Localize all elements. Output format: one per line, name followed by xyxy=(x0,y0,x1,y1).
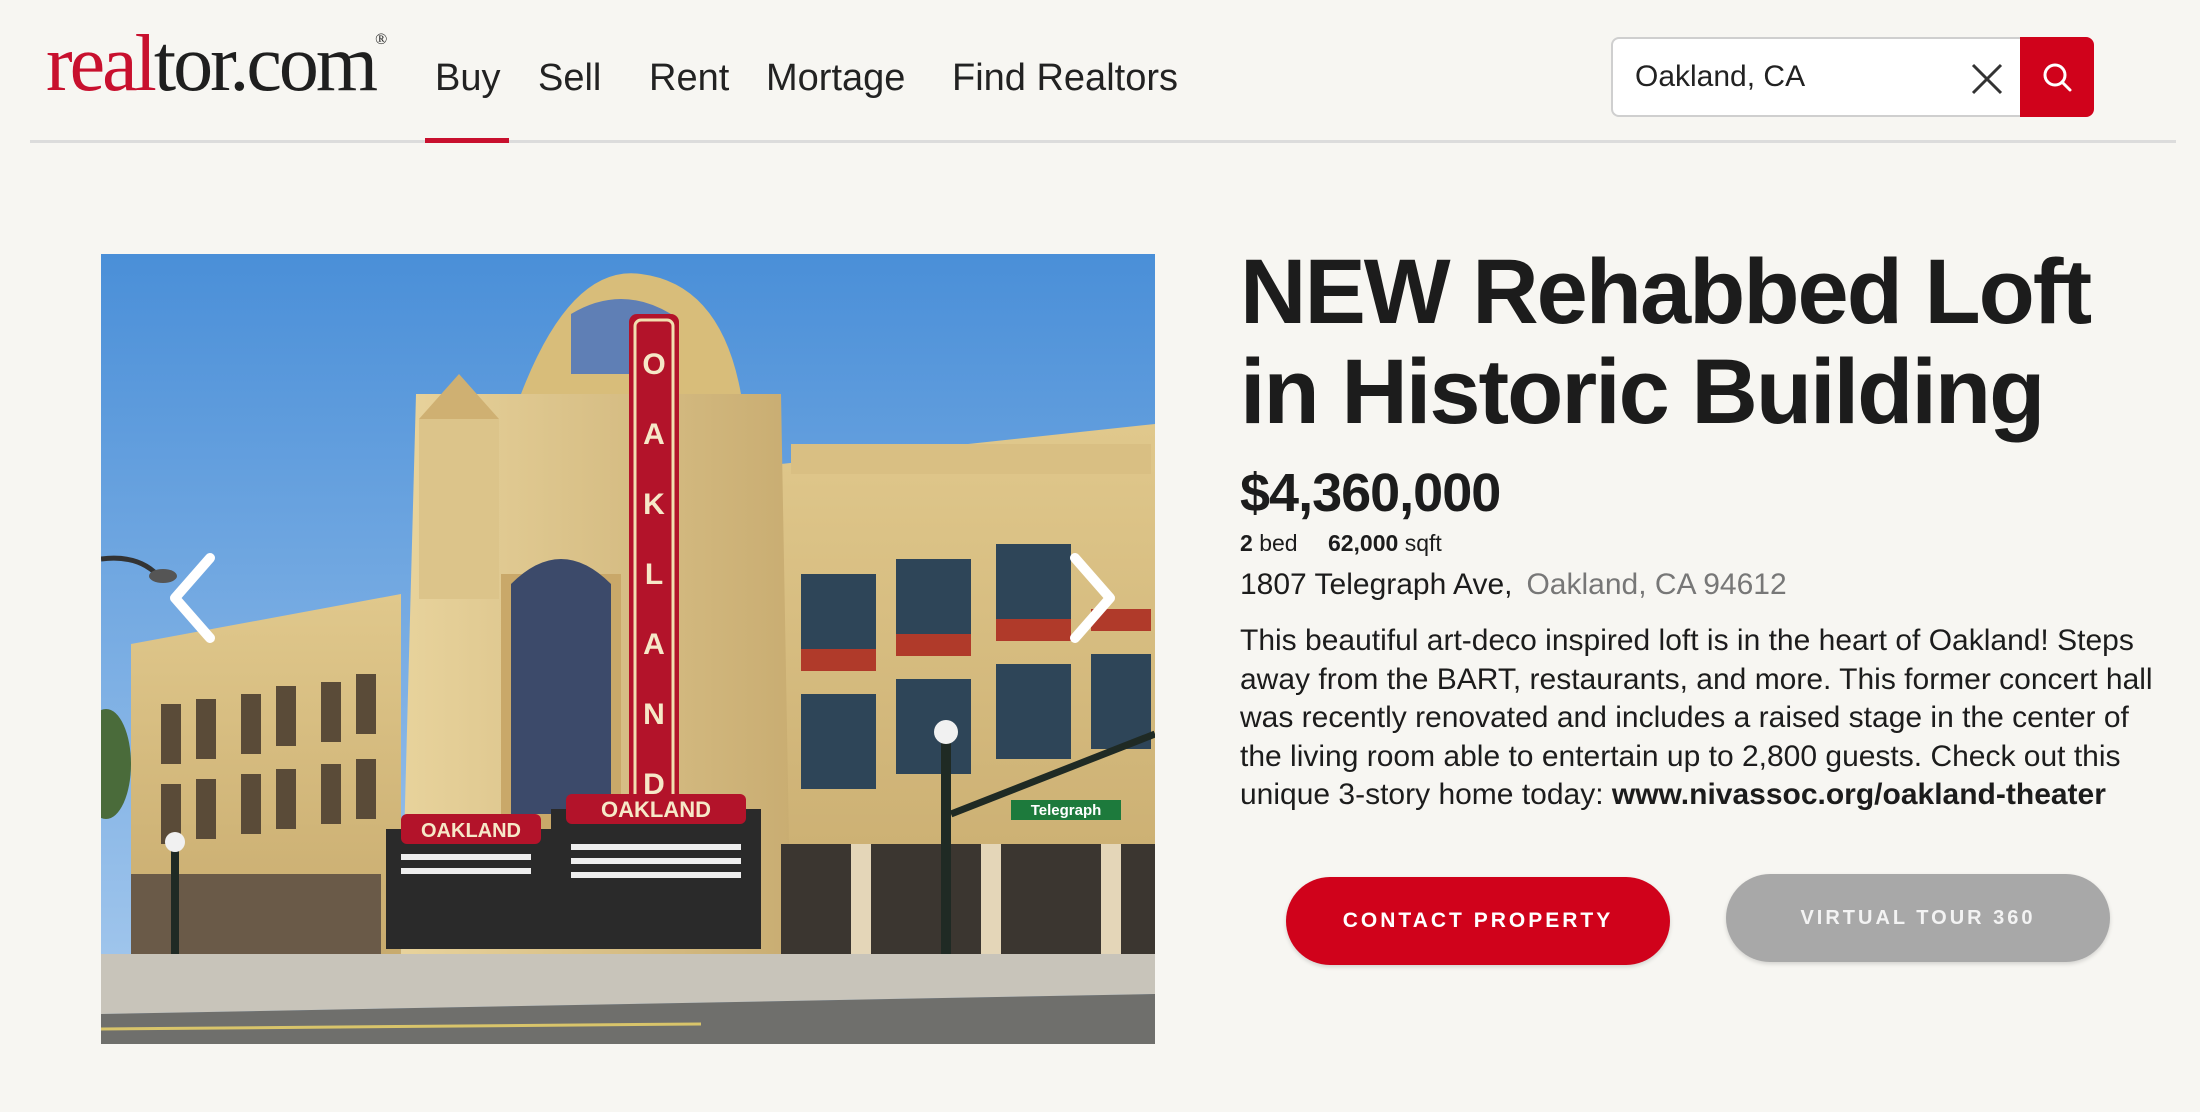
virtual-tour-button[interactable]: VIRTUAL TOUR 360 xyxy=(1726,874,2110,962)
listing-photo: O A K L A N D OAKLAND OAKLAND Telegraph xyxy=(101,254,1155,1044)
nav-rent[interactable]: Rent xyxy=(649,57,729,100)
nav-sell[interactable]: Sell xyxy=(538,57,601,100)
nav-active-indicator xyxy=(425,138,509,143)
chevron-right-icon[interactable] xyxy=(1055,548,1125,648)
street-sign-text: Telegraph xyxy=(1031,802,1102,819)
beds-unit: bed xyxy=(1259,530,1298,556)
beds-value: 2 xyxy=(1240,530,1253,556)
chevron-left-icon[interactable] xyxy=(160,548,230,648)
search-button[interactable] xyxy=(2020,37,2094,117)
listing-specs: 2 bed 62,000 sqft xyxy=(1240,530,1442,557)
logo-text-real: real xyxy=(46,20,157,108)
svg-text:A: A xyxy=(643,418,665,451)
contact-property-button[interactable]: CONTACT PROPERTY xyxy=(1286,877,1670,965)
svg-text:A: A xyxy=(643,628,665,661)
property-website-link[interactable]: www.nivassoc.org/oakland-theater xyxy=(1612,778,2106,811)
address-city: Oakland, CA 94612 xyxy=(1526,568,1787,601)
logo-text-tor: tor.com xyxy=(153,20,378,108)
listing-price: $4,360,000 xyxy=(1240,463,1501,523)
svg-text:O: O xyxy=(642,348,665,381)
listing-title: NEW Rehabbed Loft in Historic Building xyxy=(1240,241,2092,443)
logo-registered-mark: ® xyxy=(375,31,388,48)
marquee-right-text: OAKLAND xyxy=(601,797,711,822)
area-unit: sqft xyxy=(1404,530,1442,556)
building-photo-image: O A K L A N D OAKLAND OAKLAND Telegraph xyxy=(101,254,1155,1044)
marquee-left-text: OAKLAND xyxy=(421,820,521,842)
svg-text:K: K xyxy=(643,488,665,521)
close-icon[interactable] xyxy=(1969,61,2005,97)
svg-text:N: N xyxy=(643,698,665,731)
nav-buy[interactable]: Buy xyxy=(435,57,500,100)
header-divider xyxy=(30,140,2176,143)
search-icon xyxy=(2043,63,2072,92)
search-box xyxy=(1611,37,2021,117)
address-street: 1807 Telegraph Ave, xyxy=(1240,568,1513,601)
search-input[interactable] xyxy=(1635,57,1935,97)
realtor-logo[interactable]: realtor.com® xyxy=(46,24,387,104)
svg-text:L: L xyxy=(645,558,663,591)
listing-address: 1807 Telegraph Ave, Oakland, CA 94612 xyxy=(1240,568,1787,602)
nav-find-realtors[interactable]: Find Realtors xyxy=(952,57,1178,100)
nav-mortage[interactable]: Mortage xyxy=(766,57,905,100)
area-value: 62,000 xyxy=(1327,530,1399,556)
listing-description: This beautiful art-deco inspired loft is… xyxy=(1240,622,2170,815)
